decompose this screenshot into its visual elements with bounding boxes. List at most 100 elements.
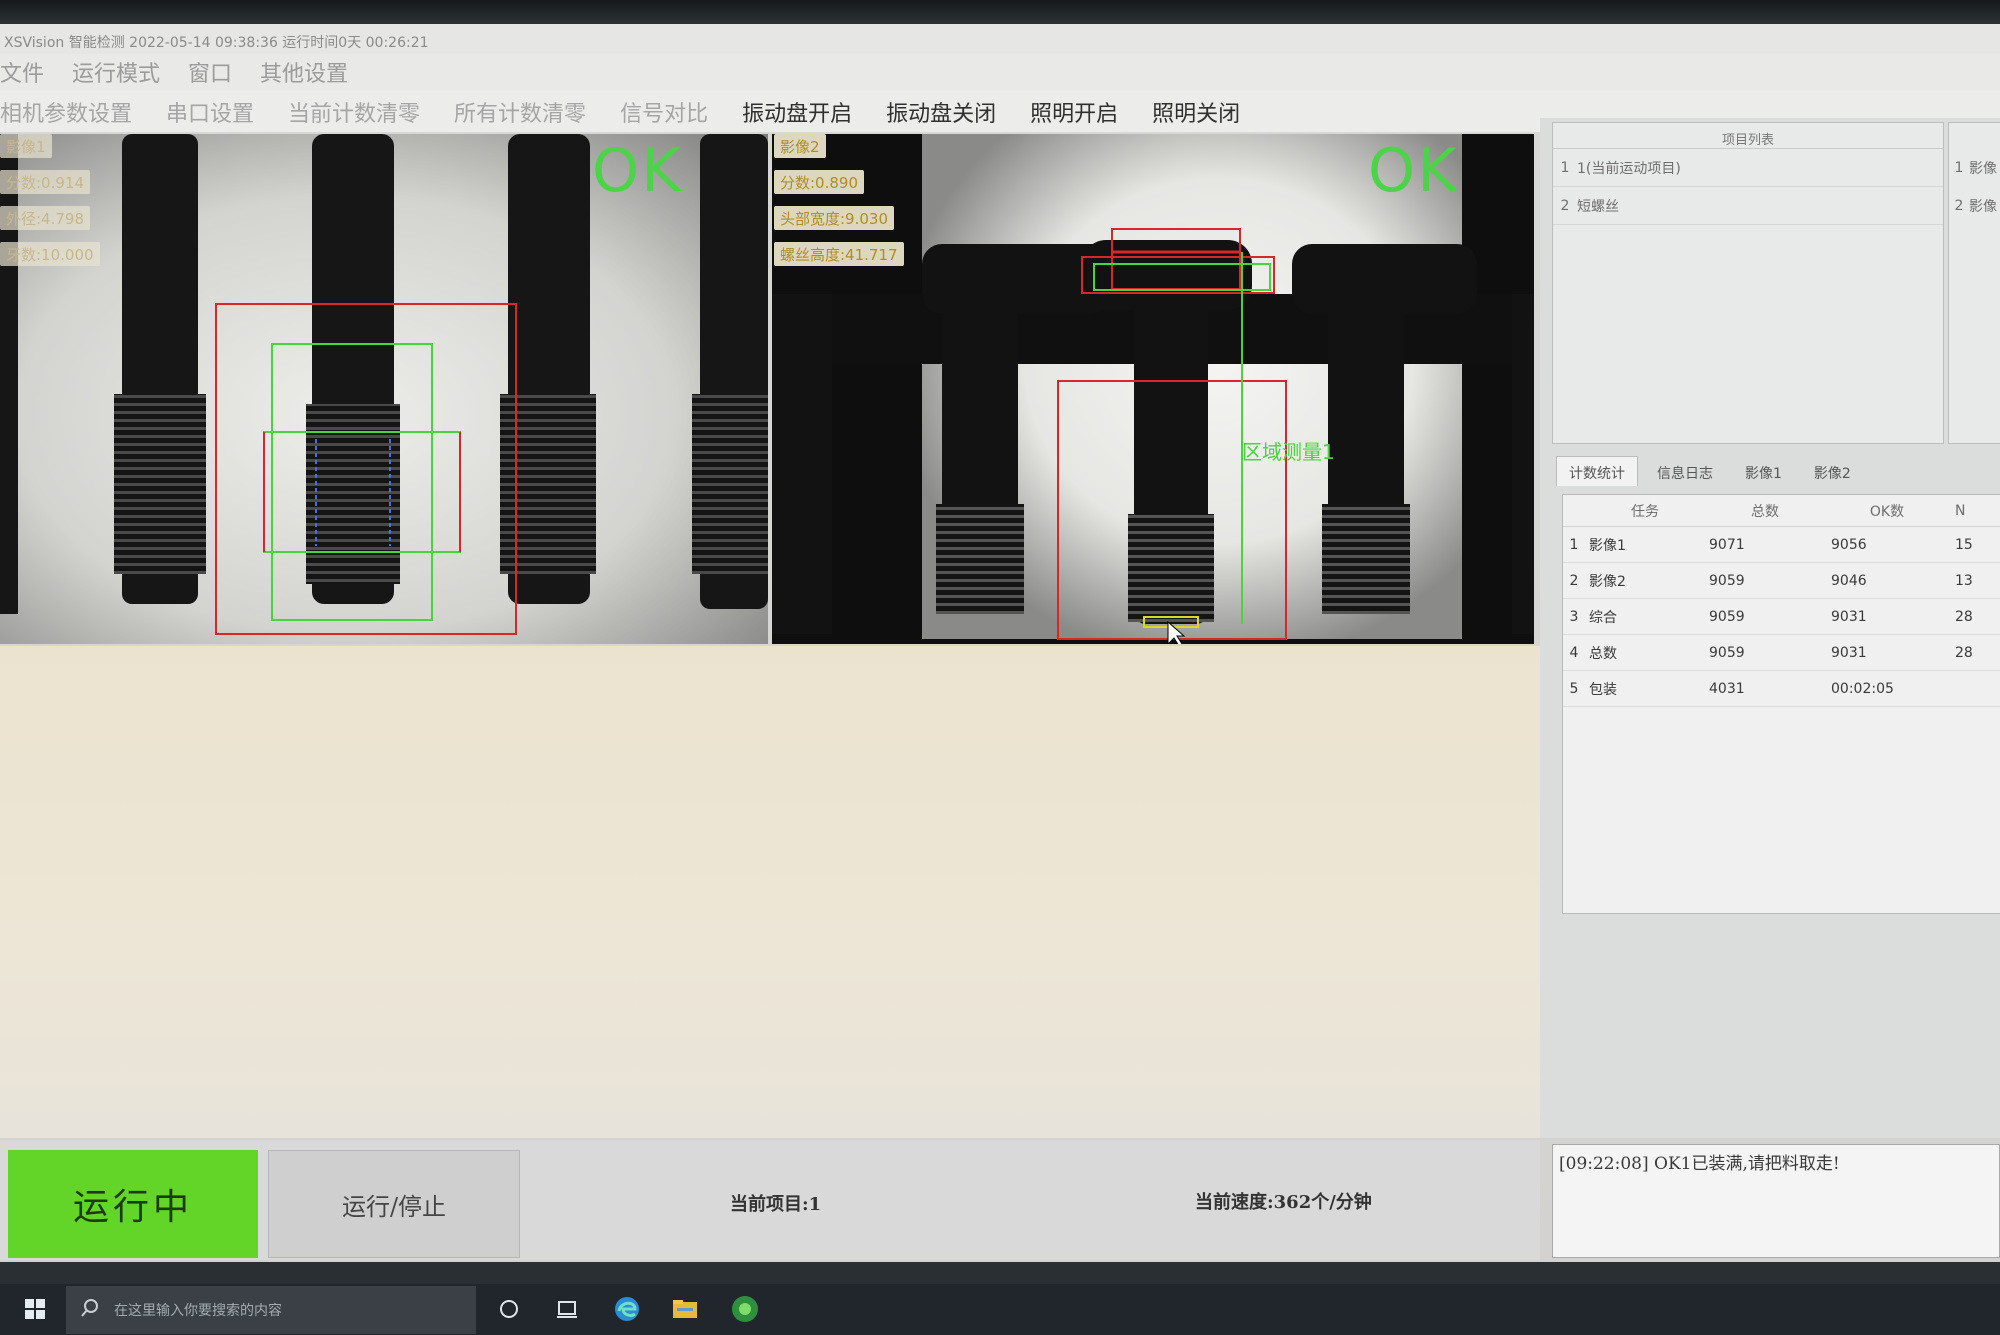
camera-2-score: 分数:0.890 [774,170,864,194]
total-cell: 9059 [1709,572,1745,589]
file-explorer-icon[interactable] [668,1292,702,1326]
menu-run-mode[interactable]: 运行模式 [72,56,160,90]
ok-cell: 9031 [1831,644,1867,661]
camera-params-button[interactable]: 相机参数设置 [0,96,132,132]
taskbar: 在这里输入你要搜索的内容 [0,1284,2000,1335]
search-icon [81,1299,98,1317]
camera-2-result: OK [1368,136,1459,206]
camera-1-thread-count: 牙数:10.000 [0,242,100,266]
camera-1-label: 影像1 [0,134,52,158]
total-cell: 9059 [1709,608,1745,625]
status-bar: 运行中 运行/停止 当前项目:1 当前速度:362个/分钟 [0,1140,1540,1260]
ng-cell: 28 [1955,644,1973,661]
col-total: 总数 [1751,503,1779,520]
edge-browser-icon[interactable] [610,1292,644,1326]
log-panel: [09:22:08] OK1已装满,请把料取走! [1552,1144,2000,1258]
menu-other-settings[interactable]: 其他设置 [260,56,348,90]
stats-table: 任务 总数 OK数 N 1 影像1 9071 9056 15 2 影像2 905… [1562,494,2000,914]
row-number: 2 [1954,198,1964,214]
image-list: 1 影像 2 影像 [1948,122,2000,444]
camera-2-label: 影像2 [774,134,826,158]
right-panel: 项目列表 1 1(当前运动项目) 2 短螺丝 1 影像 2 影像 计数统计 信息… [1540,118,2000,1138]
row-number: 3 [1569,608,1579,625]
taskbar-search-input[interactable]: 在这里输入你要搜索的内容 [66,1286,476,1334]
camera-1-score: 分数:0.914 [0,170,90,194]
reset-current-count-button[interactable]: 当前计数清零 [288,96,420,132]
task-cell: 包装 [1589,681,1617,698]
task-cell: 影像2 [1589,573,1626,590]
menu-bar: 文件 运行模式 窗口 其他设置 [0,54,2000,90]
current-speed-text: 当前速度:362个/分钟 [1195,1192,1372,1213]
camera-1-outer-diameter: 外径:4.798 [0,206,90,230]
serial-settings-button[interactable]: 串口设置 [166,96,254,132]
signal-compare-button[interactable]: 信号对比 [620,96,708,132]
camera-1-result: OK [592,136,683,206]
running-status-badge: 运行中 [8,1150,258,1258]
panel-tabs: 计数统计 信息日志 影像1 影像2 [1556,456,1864,486]
cortana-icon[interactable] [492,1292,526,1326]
task-view-icon[interactable] [550,1292,584,1326]
table-row[interactable]: 5 包装 4031 00:02:05 [1563,671,2000,707]
image-row[interactable]: 1 影像 [1949,149,2000,187]
col-ng: N [1955,502,1966,519]
tab-info-log[interactable]: 信息日志 [1644,456,1726,486]
search-placeholder: 在这里输入你要搜索的内容 [114,1303,282,1319]
table-row[interactable]: 3 综合 9059 9031 28 [1563,599,2000,635]
project-name: 短螺丝 [1577,198,1619,215]
row-number: 1 [1954,160,1964,176]
current-project-text: 当前项目:1 [730,1194,822,1215]
table-row[interactable]: 2 影像2 9059 9046 13 [1563,563,2000,599]
region-measure-label: 区域测量1 [1242,440,1335,464]
monitor-bezel-bottom [0,1262,2000,1284]
app-screen: XSVision 智能检测 2022-05-14 09:38:36 运行时间0天… [0,0,2000,1335]
row-number: 1 [1560,159,1570,176]
col-ok: OK数 [1869,503,1905,520]
row-number: 1 [1569,536,1579,553]
project-row[interactable]: 1 1(当前运动项目) [1553,149,1943,187]
run-stop-button[interactable]: 运行/停止 [268,1150,520,1258]
ng-cell: 15 [1955,536,1973,553]
menu-file[interactable]: 文件 [0,56,44,90]
total-cell: 4031 [1709,680,1745,697]
image-name: 影像 [1969,199,1997,215]
tab-image-2[interactable]: 影像2 [1801,456,1864,486]
image-name: 影像 [1969,161,1997,177]
workspace-area [0,646,1540,1138]
row-number: 2 [1560,197,1570,214]
light-on-button[interactable]: 照明开启 [1030,96,1118,132]
project-name: 1(当前运动项目) [1577,160,1681,177]
total-cell: 9059 [1709,644,1745,661]
menu-window[interactable]: 窗口 [188,56,232,90]
tab-image-1[interactable]: 影像1 [1732,456,1795,486]
project-row[interactable]: 2 短螺丝 [1553,187,1943,225]
task-cell: 综合 [1589,609,1617,626]
ok-cell: 00:02:05 [1831,680,1894,697]
feeder-off-button[interactable]: 振动盘关闭 [886,96,996,132]
light-off-button[interactable]: 照明关闭 [1152,96,1240,132]
ok-cell: 9031 [1831,608,1867,625]
ok-cell: 9046 [1831,572,1867,589]
project-list: 项目列表 1 1(当前运动项目) 2 短螺丝 [1552,122,1944,444]
camera-view-2[interactable]: 影像2 分数:0.890 头部宽度:9.030 螺丝高度:41.717 OK 区… [772,134,1534,644]
table-row[interactable]: 1 影像1 9071 9056 15 [1563,527,2000,563]
reset-all-count-button[interactable]: 所有计数清零 [454,96,586,132]
log-line: [09:22:08] OK1已装满,请把料取走! [1559,1154,1840,1174]
col-task: 任务 [1631,503,1659,520]
monitor-bezel [0,0,2000,24]
tab-count-stats[interactable]: 计数统计 [1556,456,1638,486]
camera-2-screw-height: 螺丝高度:41.717 [774,242,904,266]
ng-cell: 13 [1955,572,1973,589]
camera-view-1[interactable]: 影像1 分数:0.914 外径:4.798 牙数:10.000 OK [0,134,768,644]
total-cell: 9071 [1709,536,1745,553]
window-title: XSVision 智能检测 2022-05-14 09:38:36 运行时间0天… [0,24,2000,54]
task-cell: 影像1 [1589,537,1626,554]
project-list-header: 项目列表 [1553,123,1943,149]
feeder-on-button[interactable]: 振动盘开启 [742,96,852,132]
windows-start-icon[interactable] [18,1292,52,1326]
vision-app-icon[interactable] [728,1292,762,1326]
table-row[interactable]: 4 总数 9059 9031 28 [1563,635,2000,671]
ng-cell: 28 [1955,608,1973,625]
image-row[interactable]: 2 影像 [1949,187,2000,225]
row-number: 2 [1569,572,1579,589]
ok-cell: 9056 [1831,536,1867,553]
